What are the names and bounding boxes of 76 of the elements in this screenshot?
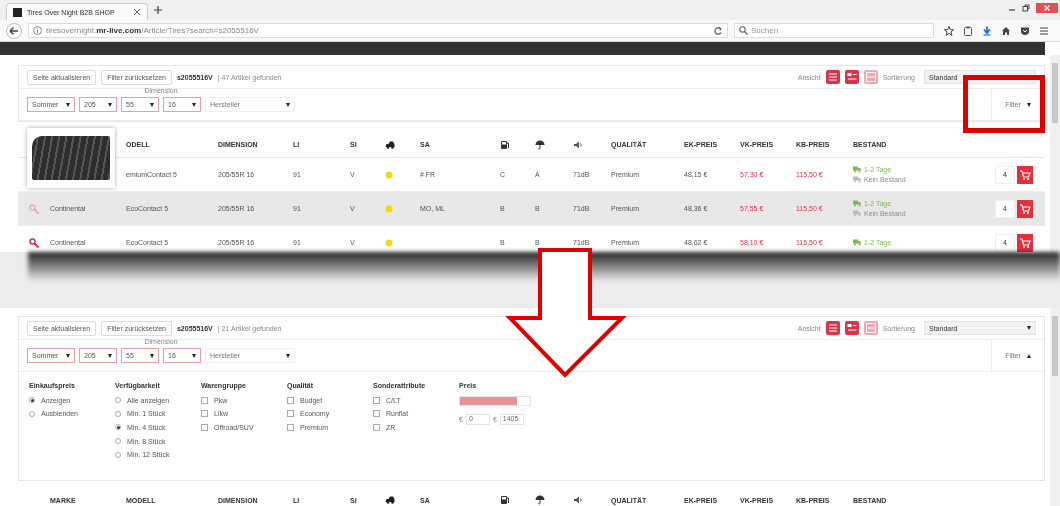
cart-icon	[1019, 202, 1031, 215]
image-list-icon	[846, 323, 857, 333]
menu-icon[interactable]	[1039, 25, 1049, 36]
checkbox[interactable]	[373, 396, 380, 404]
checkbox[interactable]	[287, 424, 294, 431]
checkbox[interactable]	[201, 396, 208, 404]
truck-icon	[853, 239, 861, 246]
truck-icon	[853, 176, 861, 183]
radio-button[interactable]	[29, 397, 35, 404]
cart-icon	[1019, 236, 1031, 249]
truck-icon	[853, 166, 861, 173]
caret-icon	[286, 102, 290, 107]
reload-icon[interactable]	[713, 25, 723, 36]
car-icon	[385, 139, 395, 150]
download-icon[interactable]	[982, 25, 992, 36]
view-mode-button[interactable]	[844, 321, 859, 335]
url-field[interactable]: tiresovernight.mr-live.com/Article/Tires?search=s2055516V	[28, 23, 728, 38]
checkbox[interactable]	[287, 396, 294, 404]
truck-icon	[853, 200, 861, 207]
scroll-thumb[interactable]	[1052, 316, 1058, 376]
clipboard-icon[interactable]	[963, 25, 973, 36]
caret-icon	[66, 102, 70, 107]
back-icon[interactable]	[6, 22, 22, 39]
view-mode-button[interactable]	[844, 70, 859, 84]
caret-icon	[66, 353, 70, 358]
list-icon	[827, 323, 838, 333]
checkbox[interactable]	[373, 424, 380, 431]
caret-icon	[108, 353, 112, 358]
caret-icon	[1027, 326, 1031, 330]
umbrella-icon	[535, 139, 545, 150]
checkbox[interactable]	[201, 424, 208, 431]
scrollbar[interactable]	[1050, 308, 1060, 506]
search-icon	[739, 26, 748, 35]
sun-icon	[385, 238, 393, 247]
shield-icon[interactable]	[1020, 25, 1030, 36]
search-field[interactable]: Suchen	[734, 23, 934, 38]
search-icon[interactable]	[29, 237, 39, 248]
view-mode-button[interactable]	[825, 321, 840, 335]
grid-icon	[865, 323, 876, 333]
checkbox[interactable]	[287, 410, 294, 418]
caret-icon	[192, 353, 196, 358]
close-icon[interactable]	[1036, 3, 1058, 13]
plus-icon[interactable]	[154, 6, 162, 14]
home-icon[interactable]	[1001, 25, 1011, 36]
caret-icon	[286, 353, 290, 358]
favicon-icon	[13, 7, 22, 17]
grid-icon	[865, 72, 876, 82]
speaker-icon	[573, 139, 583, 150]
caret-icon	[150, 102, 154, 107]
cart-button[interactable]	[1017, 165, 1033, 184]
fuel-pump-icon	[500, 139, 510, 150]
radio-button[interactable]	[115, 424, 121, 431]
scrollbar[interactable]	[1050, 55, 1060, 252]
truck-icon	[853, 210, 861, 217]
cart-button[interactable]	[1017, 233, 1033, 252]
view-mode-button[interactable]	[825, 70, 840, 84]
image-list-icon	[846, 72, 857, 82]
speaker-icon	[573, 495, 583, 505]
cart-button[interactable]	[1017, 199, 1033, 218]
car-icon	[385, 495, 395, 505]
scroll-thumb[interactable]	[1052, 63, 1058, 123]
sun-icon	[385, 170, 393, 179]
price-slider[interactable]	[459, 396, 531, 406]
caret-icon	[150, 353, 154, 358]
cart-icon	[1019, 168, 1031, 181]
list-icon	[827, 72, 838, 82]
checkbox[interactable]	[373, 410, 380, 418]
restore-icon[interactable]	[1022, 4, 1030, 12]
checkbox[interactable]	[201, 410, 208, 418]
info-icon	[33, 26, 42, 35]
close-icon[interactable]	[133, 8, 141, 16]
caret-icon	[192, 102, 196, 107]
umbrella-icon	[535, 495, 545, 505]
star-icon[interactable]	[944, 25, 954, 36]
sun-icon	[385, 204, 393, 213]
caret-icon	[108, 102, 112, 107]
